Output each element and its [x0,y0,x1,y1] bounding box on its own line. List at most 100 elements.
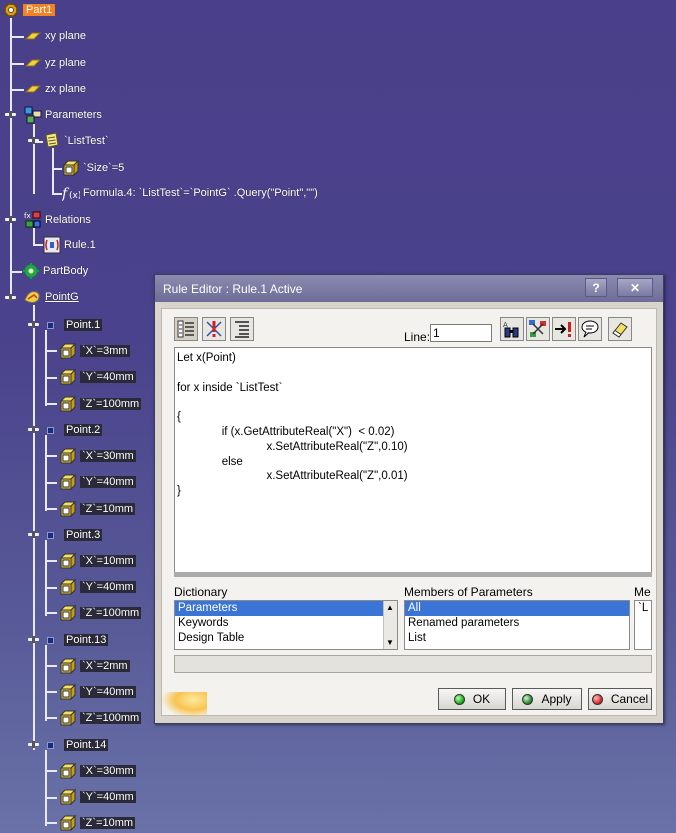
parameter-cube-icon [59,814,77,832]
expand-toggle-listtest[interactable] [28,137,39,144]
close-button[interactable]: ✕ [617,278,653,297]
tree-node-xy-plane[interactable]: xy plane [24,26,86,46]
help-button[interactable]: ? [585,278,607,297]
variables-tool-button[interactable] [174,317,198,341]
tree-node-param-z[interactable]: `Z`=100mm [59,708,142,728]
tree-node-zx-plane[interactable]: zx plane [24,79,86,99]
tree-node-param-y[interactable]: `Y`=40mm [59,787,136,807]
browser-tool-button[interactable]: A [500,317,524,341]
expand-toggle-relations[interactable] [5,216,16,223]
tree-node-param-y[interactable]: `Y`=40mm [59,682,136,702]
tree-node-point[interactable]: Point.13 [43,630,109,650]
tree-node-parameters[interactable]: Parameters [24,105,102,125]
expand-toggle-pointg[interactable] [5,294,16,301]
object-browser-tool-button[interactable] [526,317,550,341]
formula-icon: f (x) [62,186,80,202]
expand-toggle-point14[interactable] [28,741,39,748]
tree-node-point[interactable]: Point.1 [43,315,103,335]
tree-node-size[interactable]: `Size`=5 [62,158,124,178]
point-icon [47,426,54,434]
parameters-icon [24,106,42,124]
red-dot-icon [591,693,603,705]
tree-node-param-x[interactable]: `X`=10mm [59,551,136,571]
third-column-header: Me [634,585,651,599]
code-line: { [177,411,181,424]
list-item[interactable]: Design Table [175,631,397,646]
list-item[interactable]: Renamed parameters [405,616,629,631]
tree-node-param-y[interactable]: `Y`=40mm [59,367,136,387]
tree-node-param-y[interactable]: `Y`=40mm [59,577,136,597]
list-item[interactable]: Keywords [175,616,397,631]
apply-button[interactable]: Apply [512,688,582,710]
comment-tool-button[interactable] [578,317,602,341]
tree-node-param-z[interactable]: `Z`=100mm [59,394,142,414]
tree-node-point[interactable]: Point.2 [43,420,103,440]
apply-button-label: Apply [541,692,572,706]
parameter-cube-icon [62,159,80,177]
expand-toggle-point2[interactable] [28,426,39,433]
cancel-button[interactable]: Cancel [588,688,652,710]
tree-node-point[interactable]: Point.3 [43,525,103,545]
list-item[interactable]: All [405,601,629,616]
parameter-cube-icon [59,578,77,596]
expand-toggle-point3[interactable] [28,531,39,538]
tree-node-formula[interactable]: f (x) Formula.4: `ListTest`=`PointG` .Qu… [62,183,318,203]
dialog-title: Rule Editor : Rule.1 Active [163,281,303,296]
go-to-error-tool-button[interactable] [552,317,576,341]
tree-label-yz-plane: yz plane [45,57,86,69]
object-browser-icon [529,320,546,337]
tree-node-param-x[interactable]: `X`=2mm [59,656,130,676]
tree-label-point: Point.14 [64,739,109,751]
parameter-cube-icon [59,762,77,780]
dictionary-scrollbar[interactable]: ▲ ▼ [383,601,397,649]
tree-node-part1[interactable]: Part1 [2,0,56,20]
list-icon [45,132,59,148]
tree-node-param-x[interactable]: `X`=30mm [59,446,136,466]
tree-node-rule[interactable]: Rule.1 [43,235,96,255]
line-number-input[interactable] [430,324,492,342]
tree-node-relations[interactable]: fx Relations [24,210,91,230]
scroll-up-icon[interactable]: ▲ [385,602,395,613]
dictionary-list[interactable]: Parameters Keywords Design Table ▲ ▼ [174,600,398,650]
ok-button[interactable]: OK [438,688,506,710]
cancel-button-label: Cancel [610,692,649,706]
tree-node-yz-plane[interactable]: yz plane [24,53,86,73]
tree-label-param: `Z`=100mm [80,398,142,410]
eraser-icon [612,322,628,338]
expand-toggle-point13[interactable] [28,636,39,643]
eraser-tool-button[interactable] [608,317,632,341]
splitter-bar[interactable] [174,572,652,577]
dialog-client-area: Line: A [161,308,657,718]
tree-node-param-y[interactable]: `Y`=40mm [59,472,136,492]
code-line: for x inside `ListTest` [177,381,283,394]
parameter-cube-icon [59,683,77,701]
tree-node-param-x[interactable]: `X`=30mm [59,761,136,781]
gear-icon [3,2,19,18]
catia-logo [161,692,207,718]
tree-node-listtest[interactable]: `ListTest` [43,131,109,151]
svg-text:(x): (x) [69,191,80,201]
list-item[interactable]: List [405,631,629,646]
tree-node-point[interactable]: Point.14 [43,735,109,755]
list-item[interactable]: `L [635,601,651,616]
scroll-down-icon[interactable]: ▼ [385,637,395,648]
expand-toggle-parameters[interactable] [5,111,16,118]
check-syntax-tool-button[interactable] [202,317,226,341]
parameter-cube-icon [59,500,77,518]
third-list[interactable]: `L [634,600,652,650]
code-line: else [177,455,243,468]
members-header: Members of Parameters [404,585,533,599]
list-item[interactable]: Parameters [175,601,397,616]
rule-code-editor[interactable]: Let x(Point) for x inside `ListTest` { i… [174,347,652,573]
dialog-titlebar[interactable]: Rule Editor : Rule.1 Active ? ✕ [155,275,663,302]
parameter-cube-icon [59,604,77,622]
tree-node-param-z[interactable]: `Z`=100mm [59,603,142,623]
tree-node-partbody[interactable]: PartBody [22,261,88,281]
expand-toggle-point1[interactable] [28,321,39,328]
tree-node-pointg[interactable]: PointG [24,287,79,307]
tree-node-param-z[interactable]: `Z`=10mm [59,813,136,833]
tree-node-param-x[interactable]: `X`=3mm [59,341,130,361]
members-list[interactable]: All Renamed parameters List [404,600,630,650]
indent-tool-button[interactable] [230,317,254,341]
tree-node-param-z[interactable]: `Z`=10mm [59,499,136,519]
